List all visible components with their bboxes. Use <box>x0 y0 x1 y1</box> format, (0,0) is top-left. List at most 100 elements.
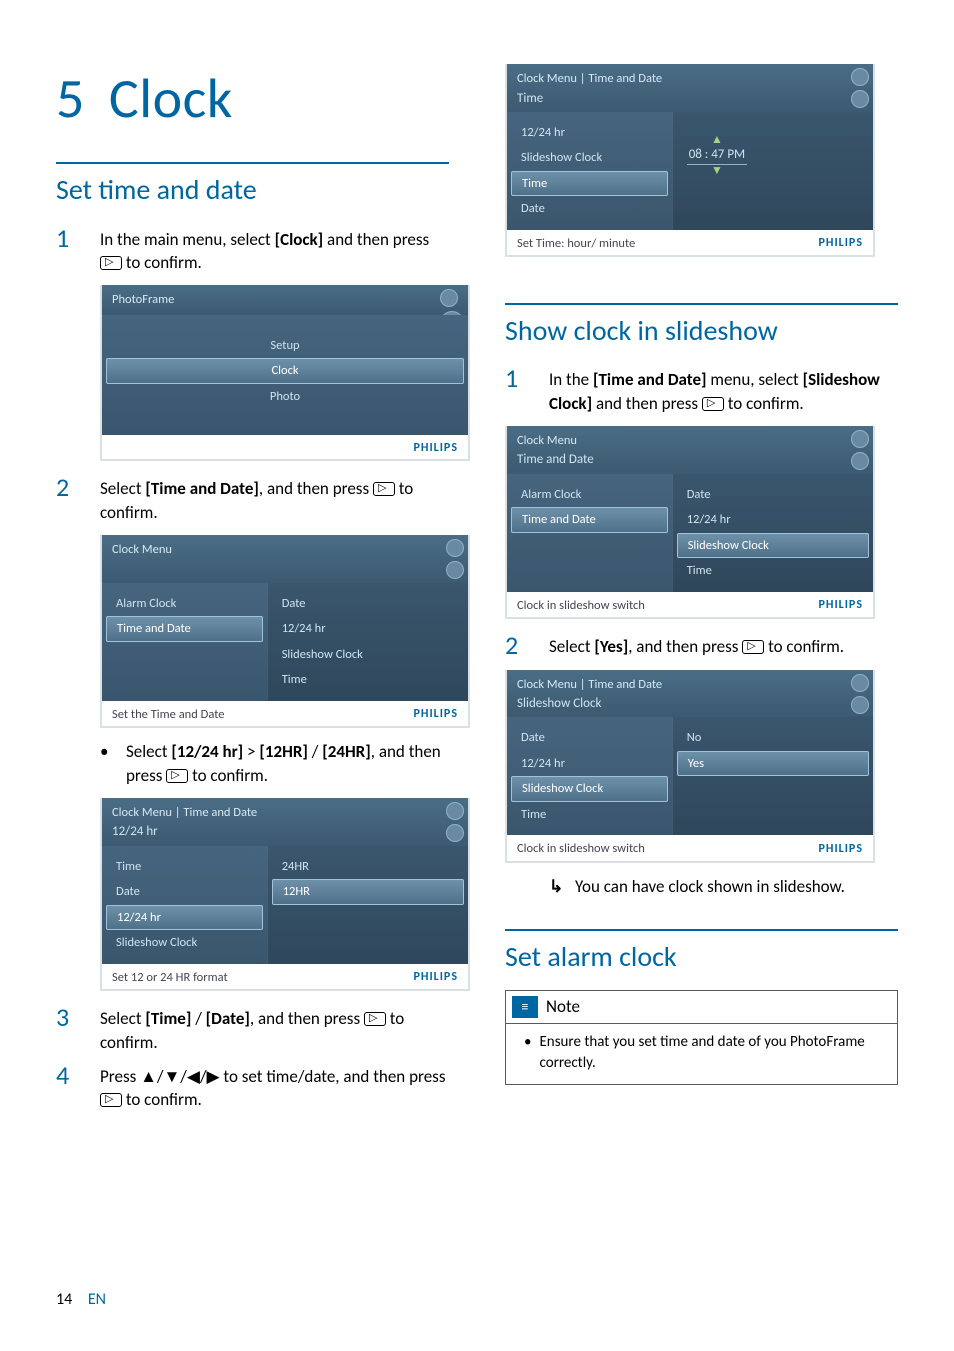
chapter-title: 5 Clock <box>56 60 449 138</box>
language-code: EN <box>88 1290 106 1309</box>
step-text: In the [Time and Date] menu, select [Sli… <box>549 364 898 416</box>
step-number: 3 <box>56 1003 100 1055</box>
step-number: 2 <box>505 631 549 660</box>
step-1: 1 In the main menu, select [Clock] and t… <box>56 224 449 276</box>
menu-item: Alarm Clock <box>507 482 672 508</box>
menu-item: Slideshow Clock <box>268 642 468 668</box>
step-text: Select [Time and Date], and then press t… <box>100 473 449 525</box>
brand-logo: PHILIPS <box>819 235 864 252</box>
section-set-time-date: Set time and date <box>56 162 449 209</box>
step-text: Select [Yes], and then press to confirm. <box>549 631 898 660</box>
play-icon <box>702 397 724 411</box>
screenshot-main-menu: PhotoFrame Setup Clock Photo PHILIPS <box>100 285 470 461</box>
substep-text: Select [12/24 hr] > [12HR] / [24HR], and… <box>126 740 449 788</box>
menu-item: Date <box>102 879 267 905</box>
screenshot-1224hr: Clock Menu | Time and Date12/24 hr Time … <box>100 798 470 991</box>
menu-item: 12/24 hr <box>673 507 873 533</box>
play-icon <box>742 640 764 654</box>
play-icon <box>100 256 122 270</box>
brand-logo: PHILIPS <box>819 841 864 858</box>
step-number: 1 <box>505 364 549 416</box>
menu-item-selected: Slideshow Clock <box>677 533 869 559</box>
device-button-icon <box>851 696 869 714</box>
note-icon: ≡ <box>512 996 538 1018</box>
step-text: Press ▲/▼/◀/▶ to set time/date, and then… <box>100 1061 449 1113</box>
menu-item-selected: Yes <box>677 751 869 777</box>
menu-item: Slideshow Clock <box>102 930 267 956</box>
hint-text: Set Time: hour/ minute <box>517 235 635 253</box>
device-button-icon <box>851 452 869 470</box>
menu-item: Photo <box>102 384 468 410</box>
breadcrumb: Clock Menu | Time and Date <box>517 70 863 88</box>
device-button-icon <box>851 674 869 692</box>
device-button-icon <box>851 68 869 86</box>
substep-1224hr: • Select [12/24 hr] > [12HR] / [24HR], a… <box>100 740 449 788</box>
page-number: 14 <box>56 1290 72 1309</box>
menu-item: Slideshow Clock <box>507 145 672 171</box>
brand-logo: PHILIPS <box>819 597 864 614</box>
breadcrumb: Time and Date <box>517 451 863 469</box>
hint-text: Clock in slideshow switch <box>517 840 645 858</box>
menu-item: Alarm Clock <box>102 591 267 617</box>
menu-item-selected: Time and Date <box>106 616 263 642</box>
brand-logo: PHILIPS <box>414 969 459 986</box>
menu-item: 12/24 hr <box>507 120 672 146</box>
step-text: In the main menu, select [Clock] and the… <box>100 224 449 276</box>
device-button-icon <box>446 561 464 579</box>
step-3: 3 Select [Time] / [Date], and then press… <box>56 1003 449 1055</box>
breadcrumb: Clock Menu <box>112 541 458 559</box>
step-number: 2 <box>56 473 100 525</box>
device-button-icon <box>446 539 464 557</box>
step-number: 1 <box>56 224 100 276</box>
chapter-number: 5 <box>56 65 85 133</box>
time-value: 08 : 47 PM <box>687 146 747 165</box>
menu-item: 24HR <box>268 854 468 880</box>
play-icon <box>100 1093 122 1107</box>
breadcrumb: Clock Menu <box>517 432 863 450</box>
breadcrumb: Slideshow Clock <box>517 695 863 713</box>
menu-item: Date <box>673 482 873 508</box>
breadcrumb: 12/24 hr <box>112 823 458 841</box>
play-icon <box>166 769 188 783</box>
menu-item: Date <box>507 196 672 222</box>
device-button-icon <box>440 289 458 307</box>
menu-item-selected: Time and Date <box>511 507 668 533</box>
menu-item: Time <box>268 667 468 693</box>
step-number: 4 <box>56 1061 100 1113</box>
menu-item-selected: Slideshow Clock <box>511 776 668 802</box>
step-text: Select [Time] / [Date], and then press t… <box>100 1003 449 1055</box>
step-2: 2 Select [Time and Date], and then press… <box>56 473 449 525</box>
device-button-icon <box>446 824 464 842</box>
menu-item-selected: 12HR <box>272 879 464 905</box>
breadcrumb: PhotoFrame <box>112 291 458 309</box>
result-text: You can have clock shown in slideshow. <box>575 875 845 899</box>
hint-text: Set 12 or 24 HR format <box>112 969 228 987</box>
section-show-clock-slideshow: Show clock in slideshow <box>505 303 898 350</box>
bullet-icon: • <box>100 740 126 788</box>
note-box: ≡ Note • Ensure that you set time and da… <box>505 990 898 1085</box>
device-button-icon <box>851 90 869 108</box>
screenshot-slideshow-yesno: Clock Menu | Time and DateSlideshow Cloc… <box>505 670 875 863</box>
breadcrumb: Time <box>517 90 863 108</box>
menu-item: Setup <box>102 333 468 359</box>
step-4: 4 Press ▲/▼/◀/▶ to set time/date, and th… <box>56 1061 449 1113</box>
menu-item-selected: Clock <box>106 358 464 384</box>
breadcrumb: Clock Menu | Time and Date <box>112 804 458 822</box>
menu-item: 12/24 hr <box>507 751 672 777</box>
step-1-right: 1 In the [Time and Date] menu, select [S… <box>505 364 898 416</box>
menu-item: Time <box>102 854 267 880</box>
menu-item: Time <box>507 802 672 828</box>
menu-item: No <box>673 725 873 751</box>
chapter-text: Clock <box>109 65 233 133</box>
bullet-icon: • <box>524 1032 531 1074</box>
menu-item-selected: 12/24 hr <box>106 905 263 931</box>
page-footer: 14 EN <box>56 1289 106 1311</box>
arrow-down-icon: ▼ <box>711 165 723 177</box>
brand-logo: PHILIPS <box>414 706 459 723</box>
note-body: Ensure that you set time and date of you… <box>539 1032 885 1074</box>
menu-item: Date <box>268 591 468 617</box>
result-line: ↳ You can have clock shown in slideshow. <box>549 875 898 899</box>
section-set-alarm-clock: Set alarm clock <box>505 929 898 976</box>
menu-item-selected: Time <box>511 171 668 197</box>
device-button-icon <box>851 430 869 448</box>
